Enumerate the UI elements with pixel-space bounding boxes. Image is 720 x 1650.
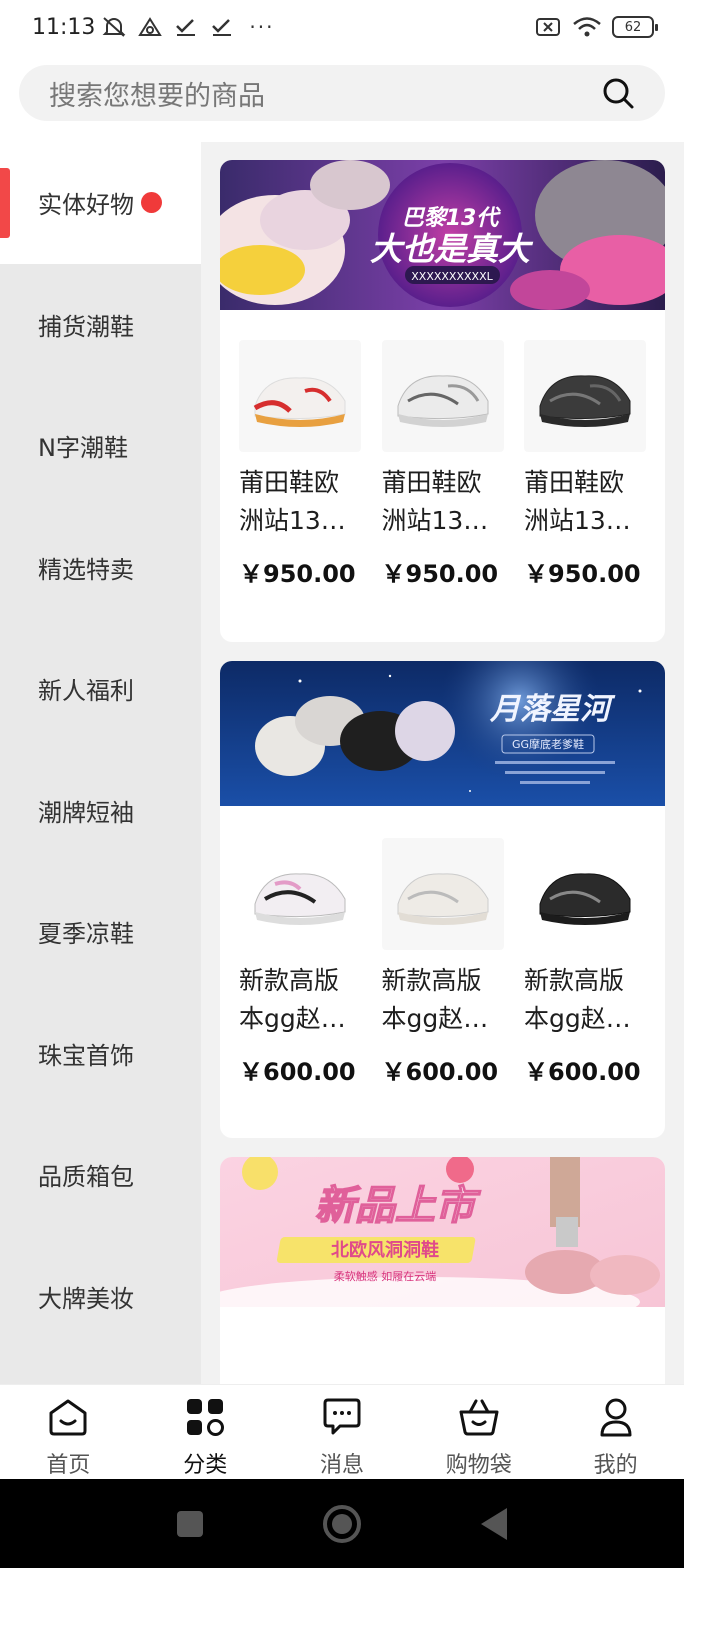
bottom-tab-bar: 首页 分类 消息 购物袋 我的 [0, 1384, 684, 1479]
sidebar-item-jewelry[interactable]: 珠宝首饰 [0, 993, 201, 1115]
sidebar-item-label: 新人福利 [38, 677, 134, 706]
search-icon[interactable] [601, 76, 635, 110]
tab-messages[interactable]: 消息 [274, 1385, 411, 1479]
product-image[interactable] [239, 838, 361, 950]
product-price: ￥950.00 [381, 560, 499, 588]
sidebar-item-label: 捕货潮鞋 [38, 312, 134, 341]
banner-tagline: 柔软触感 如履在云端 [334, 1269, 437, 1283]
sidebar-item-label: 夏季凉鞋 [38, 920, 134, 949]
product-image[interactable] [524, 340, 646, 452]
system-nav-bar [0, 1479, 684, 1568]
product-content: 巴黎13代 大也是真大 XXXXXXXXXXL 莆田鞋欧洲站13… ￥950.0… [201, 142, 684, 1384]
category-icon [187, 1399, 225, 1436]
sidebar-item-label: 精选特卖 [38, 555, 134, 584]
home-icon [49, 1399, 87, 1436]
product-item[interactable]: 新款高版本gg赵… ￥600.00 [381, 838, 504, 1087]
triangle-icon [138, 17, 163, 36]
tab-label: 我的 [593, 1453, 638, 1478]
sidebar-item-label: 潮牌短袖 [38, 798, 134, 827]
sidebar-item-sale[interactable]: 精选特卖 [0, 507, 201, 629]
product-card: 月落星河 GG摩底老爹鞋 新款高版本gg赵… ￥600.00 新款高版本gg赵…… [220, 661, 665, 1138]
product-item[interactable]: 新款高版本gg赵… ￥600.00 [239, 838, 361, 1087]
status-bar: 11:13 ··· 62 [0, 0, 684, 54]
check-icon [176, 19, 196, 36]
banner-title: 月落星河 [489, 692, 616, 727]
product-name: 新款高版本gg赵… [524, 966, 631, 1033]
battery-indicator: 62 [612, 16, 658, 38]
sim-off-icon [536, 18, 560, 36]
mute-icon [102, 17, 126, 37]
promo-banner[interactable]: 新品上市 北欧风洞洞鞋 柔软触感 如履在云端 [220, 1157, 665, 1307]
sidebar-item-label: 实体好物 [38, 191, 134, 220]
sidebar-item-label: N字潮鞋 [38, 434, 128, 463]
banner-line2: 大也是真大 [370, 230, 534, 268]
banner-image: 新品上市 北欧风洞洞鞋 柔软触感 如履在云端 [220, 1157, 665, 1307]
search-input[interactable]: 搜索您想要的商品 [49, 74, 601, 113]
banner-subtitle: 北欧风洞洞鞋 [331, 1239, 439, 1261]
tab-cart[interactable]: 购物袋 [410, 1385, 547, 1479]
sidebar-item-n-shoes[interactable]: N字潮鞋 [0, 385, 201, 507]
product-card: 新品上市 北欧风洞洞鞋 柔软触感 如履在云端 [220, 1157, 665, 1384]
banner-image: 巴黎13代 大也是真大 XXXXXXXXXXL [220, 160, 665, 310]
product-price: ￥600.00 [381, 1058, 499, 1086]
product-card: 巴黎13代 大也是真大 XXXXXXXXXXL 莆田鞋欧洲站13… ￥950.0… [220, 160, 665, 642]
product-name: 新款高版本gg赵… [381, 966, 489, 1033]
sidebar-item-label: 品质箱包 [38, 1163, 134, 1192]
product-row: 莆田鞋欧洲站13… ￥950.00 莆田鞋欧洲站13… ￥950.00 莆田鞋欧… [220, 310, 665, 589]
product-image[interactable] [381, 340, 504, 452]
product-name: 新款高版本gg赵… [239, 966, 346, 1033]
product-name: 莆田鞋欧洲站13… [524, 468, 631, 535]
product-row: 新款高版本gg赵… ￥600.00 新款高版本gg赵… ￥600.00 新款高版… [220, 806, 665, 1087]
product-image[interactable] [381, 838, 504, 950]
tab-label: 首页 [46, 1453, 91, 1478]
sidebar-item-bags[interactable]: 品质箱包 [0, 1114, 201, 1236]
tab-label: 消息 [319, 1453, 364, 1478]
sidebar-item-label: 珠宝首饰 [38, 1041, 134, 1070]
wifi-icon [573, 17, 601, 37]
recents-button[interactable] [177, 1510, 203, 1537]
banner-line3: XXXXXXXXXXL [411, 270, 493, 283]
product-price: ￥600.00 [524, 1058, 641, 1086]
product-name: 莆田鞋欧洲站13… [239, 468, 346, 535]
product-item[interactable]: 新款高版本gg赵… ￥600.00 [524, 838, 646, 1087]
more-dots: ··· [249, 15, 275, 39]
product-image[interactable] [524, 838, 646, 950]
promo-banner[interactable]: 巴黎13代 大也是真大 XXXXXXXXXXL [220, 160, 665, 310]
home-button[interactable] [323, 1504, 361, 1543]
product-item[interactable]: 莆田鞋欧洲站13… ￥950.00 [239, 340, 361, 589]
sidebar-item-newcomer[interactable]: 新人福利 [0, 628, 201, 750]
message-icon [323, 1398, 361, 1435]
back-button[interactable] [481, 1507, 507, 1540]
sidebar-item-cosmetics[interactable]: 大牌美妆 [0, 1236, 201, 1358]
sidebar-item-sandals[interactable]: 夏季凉鞋 [0, 871, 201, 993]
product-image[interactable] [239, 340, 361, 452]
status-time: 11:13 [32, 14, 96, 40]
product-item[interactable]: 莆田鞋欧洲站13… ￥950.00 [524, 340, 646, 589]
banner-line1: 巴黎13代 [402, 206, 502, 231]
sidebar-item-label: 大牌美妆 [38, 1284, 134, 1313]
sidebar-item-tshirts[interactable]: 潮牌短袖 [0, 750, 201, 872]
search-bar[interactable]: 搜索您想要的商品 [19, 65, 665, 121]
product-name: 莆田鞋欧洲站13… [381, 468, 489, 535]
product-price: ￥950.00 [239, 560, 356, 588]
sidebar-item-physical-goods[interactable]: 实体好物 [0, 142, 201, 264]
banner-image: 月落星河 GG摩底老爹鞋 [220, 661, 665, 806]
basket-icon [459, 1399, 499, 1436]
product-item[interactable]: 莆田鞋欧洲站13… ￥950.00 [381, 340, 504, 589]
product-price: ￥950.00 [524, 560, 641, 588]
promo-banner[interactable]: 月落星河 GG摩底老爹鞋 [220, 661, 665, 806]
tab-label: 分类 [183, 1453, 228, 1478]
category-sidebar: 实体好物 捕货潮鞋 N字潮鞋 精选特卖 新人福利 潮牌短袖 夏季凉鞋 珠宝首饰 … [0, 142, 201, 1384]
tab-profile[interactable]: 我的 [547, 1385, 684, 1479]
check-icon [212, 19, 232, 36]
tab-label: 购物袋 [445, 1453, 512, 1478]
banner-title: 新品上市 [315, 1183, 481, 1229]
tab-home[interactable]: 首页 [0, 1385, 137, 1479]
notification-dot [141, 192, 162, 213]
tab-category[interactable]: 分类 [137, 1385, 274, 1479]
banner-subtitle: GG摩底老爹鞋 [512, 737, 584, 751]
product-price: ￥600.00 [239, 1058, 356, 1086]
profile-icon [600, 1398, 632, 1437]
sidebar-item-shoes[interactable]: 捕货潮鞋 [0, 264, 201, 386]
